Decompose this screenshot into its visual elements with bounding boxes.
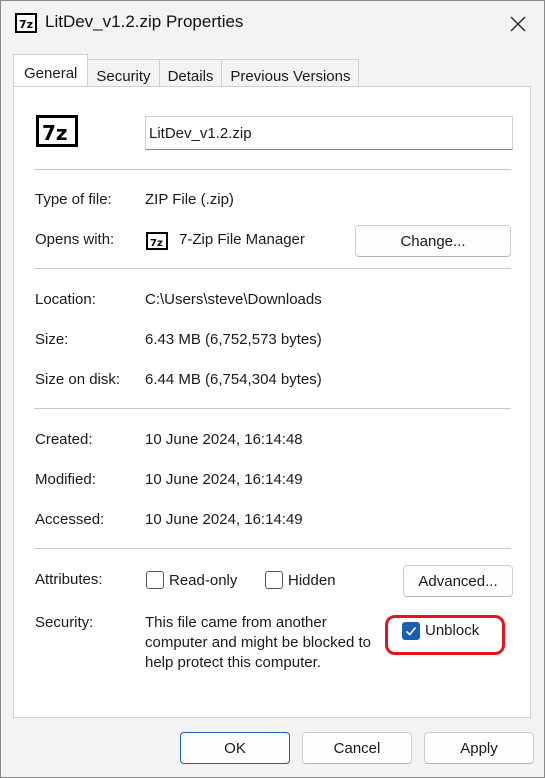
created-label: Created: (35, 431, 93, 448)
modified-value: 10 June 2024, 16:14:49 (145, 471, 303, 488)
accessed-value: 10 June 2024, 16:14:49 (145, 511, 303, 528)
properties-window: 7z LitDev_v1.2.zip Properties General Se… (0, 0, 545, 778)
type-of-file-label: Type of file: (35, 191, 112, 208)
7z-app-icon: 7z (146, 232, 168, 250)
tab-label: Security (96, 68, 151, 85)
tab-label: Details (167, 68, 214, 85)
tab-label: Previous Versions (230, 68, 351, 85)
readonly-label[interactable]: Read-only (169, 572, 237, 589)
advanced-button[interactable]: Advanced... (403, 565, 513, 597)
apply-button[interactable]: Apply (424, 732, 534, 764)
change-button-label: Change... (400, 232, 466, 250)
location-value: C:\Users\steve\Downloads (145, 291, 322, 308)
general-panel: 7z Type of file: ZIP File (.zip) Opens w… (13, 86, 531, 718)
divider (34, 169, 511, 170)
opens-with-value: 7-Zip File Manager (179, 231, 305, 248)
tab-security[interactable]: Security (87, 59, 160, 87)
checkmark-icon (405, 626, 417, 636)
accessed-label: Accessed: (35, 511, 105, 528)
file-name-input[interactable] (145, 116, 513, 150)
close-button[interactable] (498, 5, 538, 43)
divider (34, 548, 511, 549)
tab-general[interactable]: General (13, 54, 89, 86)
tab-label: General (24, 65, 78, 82)
title-bar: 7z LitDev_v1.2.zip Properties (1, 1, 544, 47)
advanced-button-label: Advanced... (418, 572, 498, 590)
tab-previous-versions[interactable]: Previous Versions (221, 59, 360, 87)
security-text-line-1: This file came from another (145, 614, 327, 631)
attributes-label: Attributes: (35, 571, 103, 588)
svg-text:7z: 7z (150, 238, 163, 249)
cancel-button-label: Cancel (333, 739, 381, 757)
svg-text:7z: 7z (42, 121, 68, 145)
cancel-button[interactable]: Cancel (302, 732, 412, 764)
tab-details[interactable]: Details (158, 59, 223, 87)
change-button[interactable]: Change... (355, 225, 511, 257)
created-value: 10 June 2024, 16:14:48 (145, 431, 303, 448)
divider (34, 268, 511, 269)
security-text-line-3: help protect this computer. (145, 654, 321, 671)
location-label: Location: (35, 291, 96, 308)
divider (34, 408, 511, 409)
readonly-checkbox[interactable] (146, 571, 164, 589)
modified-label: Modified: (35, 471, 96, 488)
size-on-disk-label: Size on disk: (35, 371, 121, 388)
ok-button[interactable]: OK (180, 732, 290, 764)
svg-text:7z: 7z (19, 18, 33, 31)
close-icon (510, 16, 526, 32)
hidden-checkbox[interactable] (265, 571, 283, 589)
security-text-line-2: computer and might be blocked to (145, 634, 371, 651)
type-of-file-value: ZIP File (.zip) (145, 191, 234, 208)
7z-icon: 7z (15, 13, 37, 33)
size-value: 6.43 MB (6,752,573 bytes) (145, 331, 322, 348)
opens-with-label: Opens with: (35, 231, 115, 248)
hidden-label[interactable]: Hidden (288, 572, 336, 589)
unblock-checkbox[interactable] (402, 622, 420, 640)
ok-button-label: OK (224, 739, 246, 757)
window-title: LitDev_v1.2.zip Properties (45, 12, 244, 31)
apply-button-label: Apply (460, 739, 498, 757)
size-on-disk-value: 6.44 MB (6,754,304 bytes) (145, 371, 322, 388)
tab-strip: General Security Details Previous Versio… (13, 54, 360, 87)
size-label: Size: (35, 331, 69, 348)
7z-file-icon: 7z (36, 115, 78, 147)
security-label: Security: (35, 614, 94, 631)
unblock-label[interactable]: Unblock (425, 622, 479, 639)
